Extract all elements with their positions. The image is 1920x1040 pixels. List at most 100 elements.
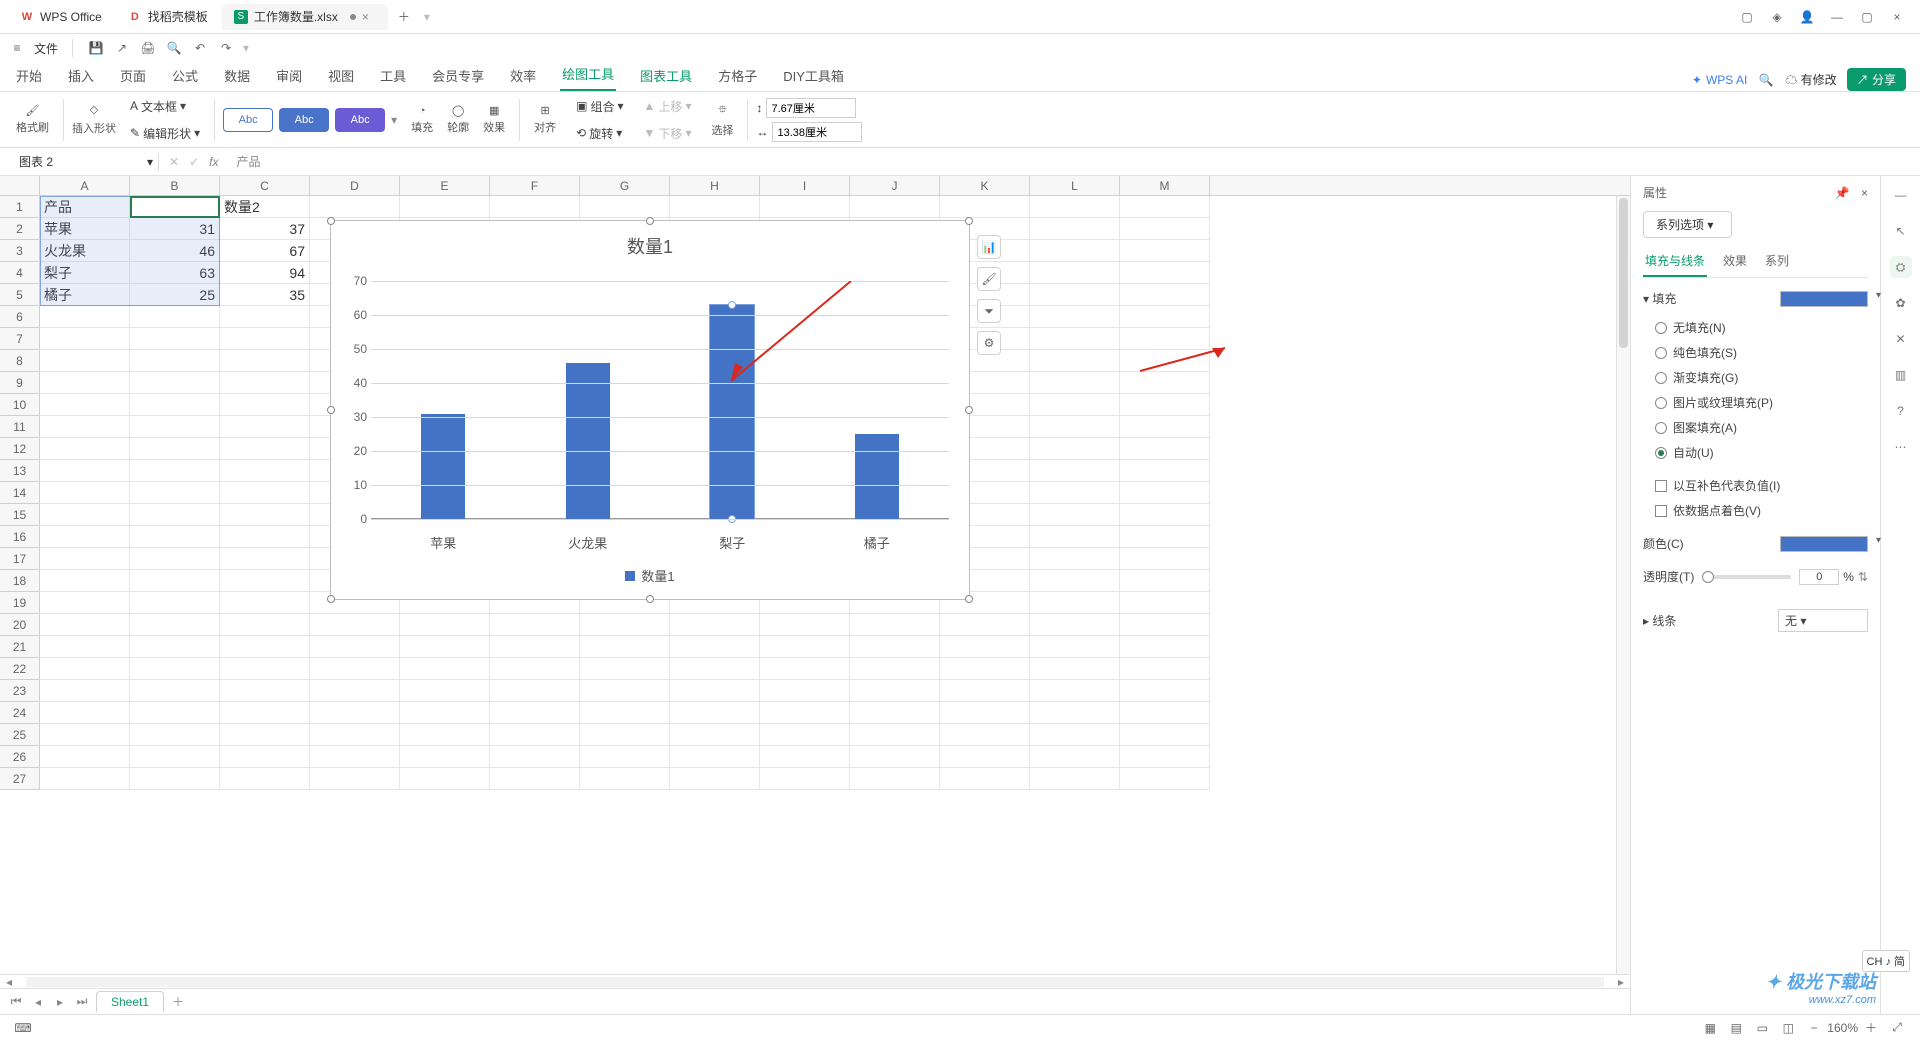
cell[interactable] [310,724,400,746]
cell[interactable] [760,196,850,218]
cursor-icon[interactable]: ↖ [1890,220,1912,242]
close-button[interactable]: × [1882,2,1912,32]
format-painter[interactable]: 🖌 格式刷 [10,104,55,135]
opacity-slider[interactable] [1702,575,1791,579]
cell[interactable] [760,658,850,680]
rtab-chart-tools[interactable]: 图表工具 [638,60,694,91]
cell[interactable] [580,768,670,790]
wps-ai-button[interactable]: ✦ WPS AI [1692,73,1747,87]
cell[interactable] [490,614,580,636]
fill-option[interactable]: 图片或纹理填充(P) [1643,390,1868,415]
row-header[interactable]: 18 [0,570,40,592]
rtab-diy[interactable]: DIY工具箱 [781,60,846,91]
cell[interactable] [1030,746,1120,768]
rotate-button[interactable]: ⟲ 旋转 ▾ [570,123,629,144]
cell[interactable] [130,768,220,790]
cell[interactable] [400,196,490,218]
col-header[interactable]: J [850,176,940,195]
cell[interactable] [130,460,220,482]
style-more[interactable]: ▾ [391,113,397,127]
confirm-icon[interactable]: ✓ [189,155,199,169]
cell[interactable] [40,592,130,614]
cell[interactable] [670,614,760,636]
cell[interactable]: 94 [220,262,310,284]
cell[interactable] [580,636,670,658]
cell[interactable] [850,768,940,790]
rtab-drawing-tools[interactable]: 绘图工具 [560,58,616,91]
tab-template-shop[interactable]: D 找稻壳模板 [116,4,220,30]
cell[interactable] [40,702,130,724]
row-header[interactable]: 24 [0,702,40,724]
cell[interactable] [940,658,1030,680]
col-header[interactable]: H [670,176,760,195]
cell[interactable] [490,680,580,702]
cell[interactable] [670,702,760,724]
add-tab-button[interactable]: ＋ [390,3,418,31]
sheet-prev[interactable]: ◂ [30,994,46,1010]
cell[interactable] [400,680,490,702]
shape-style-2[interactable]: Abc [279,108,329,132]
cube-icon[interactable]: ◈ [1762,2,1792,32]
name-box[interactable]: 图表 2 [10,151,142,173]
cell[interactable] [1030,328,1120,350]
horizontal-scrollbar[interactable]: ◂▸ [0,974,1630,988]
cell[interactable] [1030,592,1120,614]
cell[interactable] [850,724,940,746]
sheet-next[interactable]: ▸ [52,994,68,1010]
layers-strip-icon[interactable]: ▥ [1890,364,1912,386]
cell[interactable] [1030,460,1120,482]
col-header[interactable]: I [760,176,850,195]
rtab-formula[interactable]: 公式 [170,60,200,91]
cell[interactable] [40,438,130,460]
chart-settings-button[interactable]: ⚙ [977,331,1001,355]
cell[interactable] [130,438,220,460]
row-header[interactable]: 5 [0,284,40,306]
panel-tab-effect[interactable]: 效果 [1721,246,1749,277]
cell[interactable] [310,196,400,218]
zoom-level[interactable]: 160% [1827,1021,1858,1035]
select-all-corner[interactable] [0,176,40,195]
cell[interactable] [1030,482,1120,504]
row-header[interactable]: 22 [0,658,40,680]
cell[interactable] [940,746,1030,768]
status-mode-icon[interactable]: ⌨ [13,1018,33,1038]
cell[interactable] [1120,218,1210,240]
rtab-review[interactable]: 审阅 [274,60,304,91]
cell[interactable] [220,416,310,438]
chart-styles-button[interactable]: 🖌 [977,267,1001,291]
cell[interactable] [130,504,220,526]
cell[interactable] [1120,240,1210,262]
chart-legend[interactable]: 数量1 [331,566,969,585]
row-header[interactable]: 20 [0,614,40,636]
row-header[interactable]: 17 [0,548,40,570]
view-custom-icon[interactable]: ◫ [1778,1018,1798,1038]
cell[interactable] [400,768,490,790]
cancel-icon[interactable]: ✕ [169,155,179,169]
cell[interactable] [130,680,220,702]
fill-color-swatch-top[interactable] [1780,291,1868,307]
cell[interactable] [1120,614,1210,636]
opacity-stepper[interactable]: ⇅ [1858,570,1868,584]
chart-bar[interactable] [855,434,899,519]
cell[interactable] [1030,614,1120,636]
cell[interactable] [1030,526,1120,548]
group-button[interactable]: ▣ 组合 ▾ [570,96,629,117]
cell[interactable] [580,724,670,746]
cell[interactable]: 35 [220,284,310,306]
cell[interactable] [220,746,310,768]
cell[interactable] [220,614,310,636]
cell[interactable] [670,680,760,702]
print-icon[interactable]: 🖨 [139,39,157,57]
col-header[interactable]: B [130,176,220,195]
cell[interactable] [1120,284,1210,306]
cell[interactable] [40,372,130,394]
cell[interactable]: 数量2 [220,196,310,218]
fill-color-picker[interactable] [1780,536,1868,552]
cell[interactable]: 火龙果 [40,240,130,262]
fullscreen-icon[interactable]: ⤢ [1887,1018,1907,1038]
cell[interactable] [850,196,940,218]
cell[interactable] [1030,416,1120,438]
rtab-efficiency[interactable]: 效率 [508,60,538,91]
cell[interactable] [1120,350,1210,372]
cell[interactable]: 25 [130,284,220,306]
